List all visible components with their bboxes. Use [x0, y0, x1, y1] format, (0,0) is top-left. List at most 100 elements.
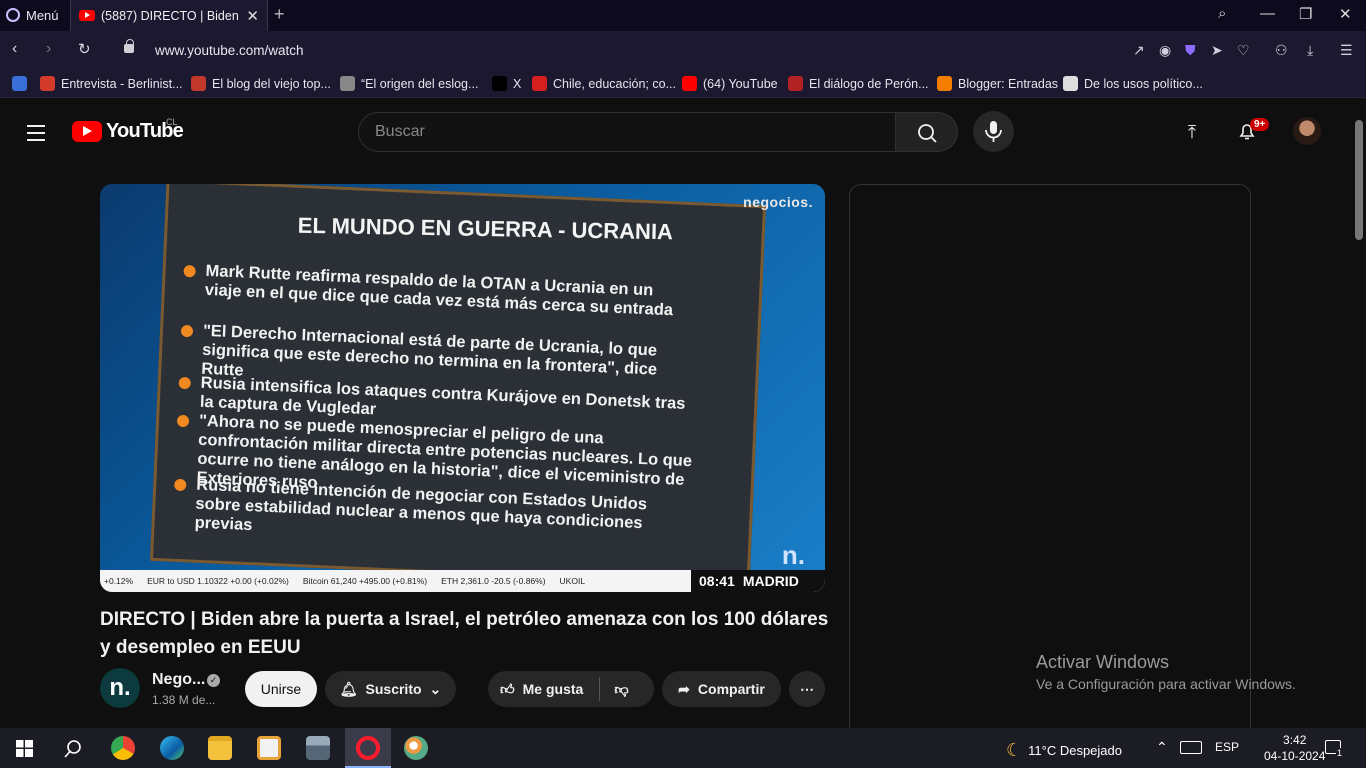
channel-name[interactable]: Nego...	[152, 671, 205, 689]
join-button[interactable]: Unirse	[245, 671, 317, 707]
verified-check-icon: ✓	[207, 674, 220, 687]
thumbs-up-icon: 👍︎	[500, 680, 515, 697]
bookmark-label: (64) YouTube	[703, 76, 778, 91]
bookmark-item[interactable]: El blog del viejo top...	[191, 76, 331, 91]
bookmark-label: Blogger: Entradas	[958, 76, 1059, 91]
lms-icon	[788, 76, 803, 91]
bookmark-item[interactable]: (64) YouTube	[682, 76, 778, 91]
url-field[interactable]: www.youtube.com/watch	[155, 43, 304, 58]
share-button[interactable]: ➦ Compartir	[662, 671, 781, 707]
easy-setup-icon[interactable]: ☰	[1340, 42, 1353, 59]
bookmark-label: “El origen del eslog...	[361, 76, 479, 91]
ticker-item: UKOIL	[559, 576, 586, 586]
voice-search-button[interactable]	[973, 111, 1014, 152]
edge-icon[interactable]	[160, 736, 184, 760]
bookmarks-apps-icon[interactable]	[12, 76, 27, 91]
opera-taskbar-icon	[356, 736, 380, 760]
video-player[interactable]: EL MUNDO EN GUERRA - UCRANIA Mark Rutte …	[100, 184, 825, 592]
channel-mark: n.	[781, 540, 805, 570]
hamburger-menu-icon[interactable]	[27, 125, 45, 146]
like-dislike-group[interactable]: 👍︎ Me gusta 👎︎	[488, 671, 654, 707]
moon-icon: ☾	[1006, 740, 1023, 760]
bell-icon: 🔔︎	[339, 680, 358, 697]
keyboard-icon[interactable]	[1180, 741, 1202, 754]
windows-activation-title: Activar Windows	[1036, 652, 1170, 672]
send-icon[interactable]: ➤	[1211, 42, 1223, 59]
youtube-favicon-icon	[79, 10, 95, 21]
broadcast-clock: 08:41 MADRID	[691, 570, 825, 592]
scroll-thumb[interactable]	[1355, 120, 1363, 240]
weather-text: 11°C Despejado	[1028, 743, 1122, 758]
ticker-item: ETH 2,361.0 -20.5 (-0.86%)	[441, 576, 546, 586]
upload-icon[interactable]: ⤒	[1188, 122, 1196, 143]
opera-menu-button[interactable]: Menú	[6, 5, 59, 25]
lock-icon	[124, 39, 134, 53]
ticker-item: +0.12%	[104, 576, 134, 586]
camera-icon[interactable]: ◉	[1159, 42, 1171, 59]
share-label: Compartir	[697, 681, 765, 697]
bookmarks-bar: Entrevista - Berlinist... El blog del vie…	[0, 70, 1366, 98]
ticker-item: Bitcoin 61,240 +495.00 (+0.81%)	[302, 576, 428, 586]
paint-icon[interactable]	[404, 736, 428, 760]
bookmark-label: El blog del viejo top...	[212, 76, 331, 91]
page-scrollbar[interactable]	[1352, 98, 1366, 728]
back-icon[interactable]: ‹	[12, 40, 17, 58]
share-page-icon[interactable]: ↗	[1133, 42, 1145, 59]
window-close-icon[interactable]: ✕	[1339, 5, 1352, 23]
search-button[interactable]	[895, 112, 958, 152]
tab-active[interactable]: (5887) DIRECTO | Biden abre la puerta a …	[70, 0, 268, 31]
bookmark-item[interactable]: Blogger: Entradas	[937, 76, 1058, 91]
search-tabs-icon[interactable]: ⌕	[1218, 5, 1226, 22]
more-actions-button[interactable]: ⋯	[789, 671, 825, 707]
reload-icon[interactable]: ↻	[78, 40, 91, 58]
media-player-icon[interactable]	[257, 736, 281, 760]
close-tab-icon[interactable]: ✕	[246, 7, 259, 25]
channel-watermark: negocios.	[743, 194, 813, 210]
doc-icon	[1063, 76, 1078, 91]
channel-avatar[interactable]: n.	[100, 668, 140, 708]
vt-icon	[191, 76, 206, 91]
bookmark-item[interactable]: Entrevista - Berlinist...	[40, 76, 183, 91]
star-icon	[532, 76, 547, 91]
search-input[interactable]: Buscar	[358, 112, 896, 152]
bookmark-item[interactable]: De los usos político...	[1063, 76, 1203, 91]
bookmark-label: Entrevista - Berlinist...	[61, 76, 183, 91]
account-avatar[interactable]	[1293, 117, 1321, 145]
divider	[599, 677, 601, 701]
berlinist-icon	[40, 76, 55, 91]
clock-date: 04-10-2024	[1264, 749, 1326, 763]
file-explorer-icon[interactable]	[208, 736, 232, 760]
notification-badge: 9+	[1250, 118, 1270, 131]
bookmark-item[interactable]: Chile, educación; co...	[532, 76, 676, 91]
blogger-icon	[937, 76, 952, 91]
like-label: Me gusta	[522, 681, 584, 697]
weather-widget[interactable]: ☾ 11°C Despejado	[1006, 740, 1122, 761]
thumbs-down-icon[interactable]: 👎︎	[614, 681, 628, 698]
new-tab-icon[interactable]: +	[274, 4, 285, 25]
notification-count: 1	[1336, 748, 1344, 758]
heart-icon[interactable]: ♡	[1237, 42, 1250, 59]
subscribed-button[interactable]: 🔔︎ Suscrito ⌄	[325, 671, 456, 707]
bookmark-item[interactable]: El diálogo de Perón...	[788, 76, 929, 91]
restore-icon[interactable]: ❐	[1299, 5, 1312, 23]
download-icon[interactable]: ⤓	[1307, 42, 1313, 59]
youtube-play-icon	[72, 121, 102, 142]
bookmark-item[interactable]: X	[492, 76, 521, 91]
language-indicator[interactable]: ESP	[1215, 740, 1239, 754]
taskbar-search-icon[interactable]	[63, 739, 83, 759]
bookmark-item[interactable]: “El origen del eslog...	[340, 76, 478, 91]
chrome-icon[interactable]	[111, 736, 135, 760]
vpn-shield-icon[interactable]: ⛊	[1185, 42, 1196, 59]
chevron-down-icon: ⌄	[429, 680, 442, 697]
clock[interactable]: 3:42 04-10-2024	[1264, 732, 1325, 764]
opera-taskbar-button[interactable]	[345, 728, 391, 768]
minimize-icon[interactable]: —	[1260, 5, 1275, 22]
forward-icon[interactable]: ›	[46, 40, 51, 58]
windows-start-icon[interactable]	[16, 740, 33, 757]
clock-time: 08:41	[699, 573, 735, 589]
profile-icon[interactable]: ⚇	[1275, 42, 1288, 59]
app-icon[interactable]	[306, 736, 330, 760]
more-icon: ⋯	[800, 680, 814, 697]
tray-overflow-icon[interactable]: ⌃	[1156, 739, 1168, 756]
join-label: Unirse	[260, 681, 302, 697]
